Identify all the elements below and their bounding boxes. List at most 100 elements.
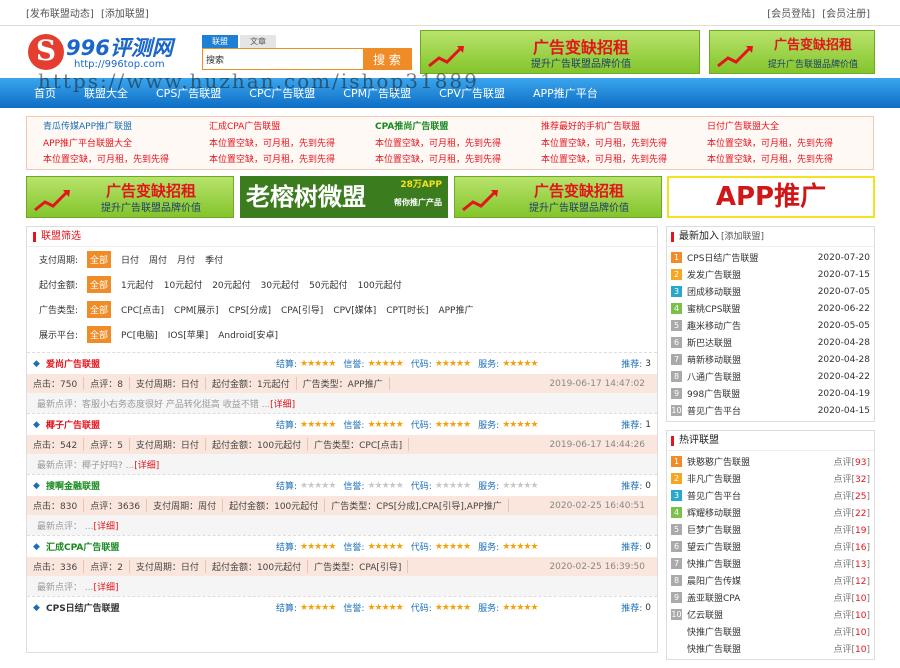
text-link[interactable]: CPA推尚广告联盟 xyxy=(375,119,541,136)
hot-item[interactable]: 10 亿云联盟 点评[10] xyxy=(667,606,874,623)
hot-item-name[interactable]: 晨阳广告传媒 xyxy=(687,574,741,587)
hot-item-name[interactable]: 辉耀移动联盟 xyxy=(687,506,741,519)
latest-item[interactable]: 6 斯巴达联盟 2020-04-28 xyxy=(667,334,874,351)
filter-option[interactable]: 30元起付 xyxy=(261,278,299,291)
text-link[interactable]: 本位置空缺，可月租，先到先得 xyxy=(209,152,375,169)
hot-item[interactable]: 6 望云广告联盟 点评[16] xyxy=(667,538,874,555)
union-name[interactable]: 爱尚广告联盟 xyxy=(46,357,276,370)
filter-option[interactable]: 日付 xyxy=(121,253,139,266)
hot-item-name[interactable]: 铁憨憨广告联盟 xyxy=(687,455,750,468)
filter-option[interactable]: CPA[引导] xyxy=(281,303,323,316)
hot-item-name[interactable]: 快推广告联盟 xyxy=(687,557,741,570)
hot-item[interactable]: 4 辉耀移动联盟 点评[22] xyxy=(667,504,874,521)
register-link[interactable]: [会员注册] xyxy=(822,9,870,20)
hot-item-name[interactable]: 望云广告联盟 xyxy=(687,540,741,553)
filter-option[interactable]: 10元起付 xyxy=(164,278,202,291)
latest-item[interactable]: 2 发发广告联盟 2020-07-15 xyxy=(667,266,874,283)
filter-option[interactable]: CPM[展示] xyxy=(174,303,219,316)
text-link[interactable]: 本位置空缺，可月租，先到先得 xyxy=(541,152,707,169)
latest-item-name[interactable]: 普见广告平台 xyxy=(687,404,741,417)
add-union-link[interactable]: [添加联盟] xyxy=(101,9,149,20)
latest-item-name[interactable]: 发发广告联盟 xyxy=(687,268,741,281)
latest-item[interactable]: 3 团成移动联盟 2020-07-05 xyxy=(667,283,874,300)
hot-item[interactable]: 11快推广告联盟点评[10] xyxy=(667,623,874,640)
hot-item[interactable]: 9 盖亚联盟CPA 点评[10] xyxy=(667,589,874,606)
search-tab-union[interactable]: 联盟 xyxy=(202,35,238,48)
search-input[interactable] xyxy=(203,49,363,69)
text-link[interactable]: 本位置空缺，可月租，先到先得 xyxy=(209,136,375,153)
text-link[interactable]: 本位置空缺，可月租，先到先得 xyxy=(375,136,541,153)
text-link[interactable]: 本位置空缺，可月租，先到先得 xyxy=(43,152,209,169)
hot-item[interactable]: 3 普见广告平台 点评[25] xyxy=(667,487,874,504)
latest-item[interactable]: 5 趣米移动广告 2020-05-05 xyxy=(667,317,874,334)
detail-link[interactable]: [详细] xyxy=(93,519,118,532)
text-link[interactable]: 本位置空缺，可月租，先到先得 xyxy=(375,152,541,169)
hot-item[interactable]: 7 快推广告联盟 点评[13] xyxy=(667,555,874,572)
hot-item-name[interactable]: 快推广告联盟 xyxy=(687,642,741,655)
text-link[interactable]: 汇成CPA广告联盟 xyxy=(209,119,375,136)
hot-item[interactable]: 12快推广告联盟点评[10] xyxy=(667,640,874,657)
hot-item-name[interactable]: 盖亚联盟CPA xyxy=(687,591,740,604)
latest-item-name[interactable]: CPS日结广告联盟 xyxy=(687,251,758,264)
latest-item[interactable]: 9 998广告联盟 2020-04-19 xyxy=(667,385,874,402)
hot-item-name[interactable]: 巨梦广告联盟 xyxy=(687,523,741,536)
filter-option[interactable]: 月付 xyxy=(177,253,195,266)
text-link[interactable]: 青瓜传媒APP推广联盟 xyxy=(43,119,209,136)
latest-item-name[interactable]: 998广告联盟 xyxy=(687,387,740,400)
filter-option[interactable]: 周付 xyxy=(149,253,167,266)
filter-option[interactable]: 1元起付 xyxy=(121,278,154,291)
ad-banner-2[interactable]: 广告变缺招租 提升广告联盟品牌价值 xyxy=(454,176,662,218)
text-link[interactable]: 本位置空缺，可月租，先到先得 xyxy=(541,136,707,153)
text-link[interactable]: 推荐最好的手机广告联盟 xyxy=(541,119,707,136)
login-link[interactable]: [会员登陆] xyxy=(767,9,815,20)
filter-option[interactable]: CPT[时长] xyxy=(386,303,428,316)
filter-option[interactable]: APP推广 xyxy=(438,303,473,316)
filter-option[interactable]: 100元起付 xyxy=(358,278,402,291)
latest-item[interactable]: 1 CPS日结广告联盟 2020-07-20 xyxy=(667,249,874,266)
hot-item-name[interactable]: 快推广告联盟 xyxy=(687,625,741,638)
nav-app[interactable]: APP推广平台 xyxy=(533,85,598,101)
latest-item-name[interactable]: 八通广告联盟 xyxy=(687,370,741,383)
latest-item[interactable]: 8 八通广告联盟 2020-04-22 xyxy=(667,368,874,385)
publish-news-link[interactable]: [发布联盟动态] xyxy=(26,9,94,20)
latest-item-name[interactable]: 趣米移动广告 xyxy=(687,319,741,332)
ad-laorongshu[interactable]: 老榕树微盟 28万APP 帮你推广产品 xyxy=(240,176,448,218)
hot-item-name[interactable]: 非凡广告联盟 xyxy=(687,472,741,485)
latest-item-name[interactable]: 萌新移动联盟 xyxy=(687,353,741,366)
ad-app-promo[interactable]: APP推广 xyxy=(667,176,875,218)
filter-option[interactable]: 全部 xyxy=(87,251,112,268)
union-name[interactable]: 汇成CPA广告联盟 xyxy=(46,540,276,553)
filter-option[interactable]: 全部 xyxy=(87,276,112,293)
site-logo[interactable]: S 996评测网 http://996top.com xyxy=(28,32,193,74)
latest-add-link[interactable]: [添加联盟] xyxy=(721,232,764,242)
hot-item[interactable]: 5 巨梦广告联盟 点评[19] xyxy=(667,521,874,538)
filter-option[interactable]: PC[电脑] xyxy=(121,328,158,341)
hot-item[interactable]: 8 晨阳广告传媒 点评[12] xyxy=(667,572,874,589)
header-ad-banner-1[interactable]: 广告变缺招租 提升广告联盟品牌价值 xyxy=(420,30,700,74)
latest-item-name[interactable]: 斯巴达联盟 xyxy=(687,336,732,349)
filter-option[interactable]: 20元起付 xyxy=(212,278,250,291)
filter-option[interactable]: IOS[苹果] xyxy=(168,328,208,341)
union-name[interactable]: 椰子广告联盟 xyxy=(46,418,276,431)
latest-item[interactable]: 7 萌新移动联盟 2020-04-28 xyxy=(667,351,874,368)
hot-item-name[interactable]: 普见广告平台 xyxy=(687,489,741,502)
hot-item[interactable]: 1 铁憨憨广告联盟 点评[93] xyxy=(667,453,874,470)
latest-item[interactable]: 10 普见广告平台 2020-04-15 xyxy=(667,402,874,419)
filter-option[interactable]: CPC[点击] xyxy=(121,303,164,316)
filter-option[interactable]: 全部 xyxy=(87,326,112,343)
text-link[interactable]: 日付广告联盟大全 xyxy=(707,119,873,136)
filter-option[interactable]: CPS[分成] xyxy=(229,303,271,316)
filter-option[interactable]: CPV[媒体] xyxy=(333,303,376,316)
search-button[interactable]: 搜 索 xyxy=(363,49,411,69)
filter-option[interactable]: 50元起付 xyxy=(309,278,347,291)
search-tab-article[interactable]: 文章 xyxy=(240,35,276,48)
detail-link[interactable]: [详细] xyxy=(134,458,159,471)
text-link[interactable]: 本位置空缺，可月租，先到先得 xyxy=(707,136,873,153)
hot-item-name[interactable]: 亿云联盟 xyxy=(687,608,723,621)
union-name[interactable]: 搜啊金融联盟 xyxy=(46,479,276,492)
union-name[interactable]: CPS日结广告联盟 xyxy=(46,601,276,614)
ad-banner-1[interactable]: 广告变缺招租 提升广告联盟品牌价值 xyxy=(26,176,234,218)
filter-option[interactable]: 全部 xyxy=(87,301,112,318)
filter-option[interactable]: Android[安卓] xyxy=(218,328,278,341)
detail-link[interactable]: [详细] xyxy=(270,397,295,410)
